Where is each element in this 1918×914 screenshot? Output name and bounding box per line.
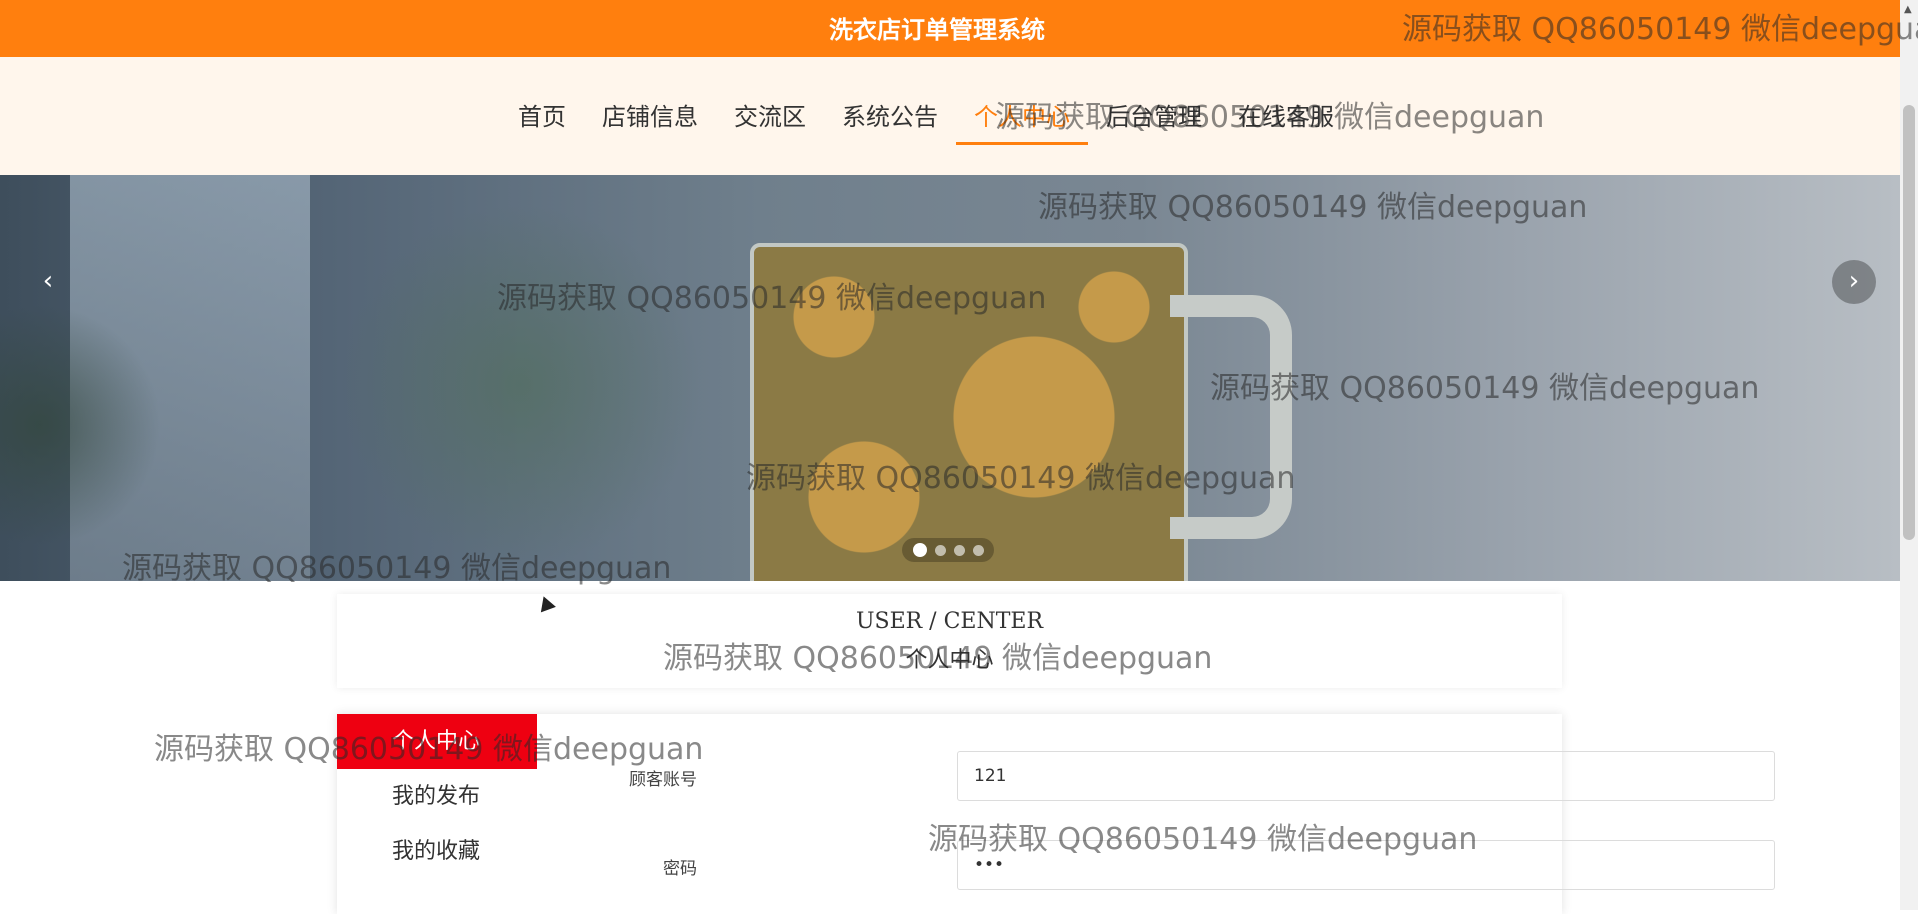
- top-header: 洗衣店订单管理系统: [0, 0, 1900, 57]
- nav-item-forum[interactable]: 交流区: [716, 103, 824, 147]
- main-nav: 首页 店铺信息 交流区 系统公告 个人中心 后台管理 在线客服: [0, 57, 1900, 175]
- carousel-dot-2[interactable]: [934, 544, 946, 556]
- chevron-right-icon: ›: [1848, 266, 1860, 296]
- sidebar-menu: 个人中心 我的发布 我的收藏: [337, 714, 537, 879]
- nav-item-admin[interactable]: 后台管理: [1088, 103, 1220, 147]
- nav-item-customer-service[interactable]: 在线客服: [1220, 103, 1352, 147]
- nav-item-home[interactable]: 首页: [500, 103, 584, 147]
- account-label: 顾客账号: [629, 770, 697, 790]
- nav-item-announcements[interactable]: 系统公告: [824, 103, 956, 147]
- sidebar-item-user-center[interactable]: 个人中心: [337, 714, 537, 769]
- scroll-up-icon[interactable]: ▲: [1904, 4, 1912, 15]
- banner-carousel[interactable]: ‹ ›: [0, 175, 1900, 581]
- banner-image-mug-handle: [1170, 295, 1292, 539]
- password-input[interactable]: •••: [957, 840, 1775, 890]
- account-input[interactable]: 121: [957, 751, 1775, 801]
- user-center-panel: 个人中心 我的发布 我的收藏 顾客账号 121 密码 •••: [337, 714, 1775, 914]
- site-title: 洗衣店订单管理系统: [829, 16, 1045, 44]
- sidebar-item-my-posts[interactable]: 我的发布: [337, 769, 537, 824]
- carousel-indicators: [902, 538, 994, 562]
- nav-item-user-center[interactable]: 个人中心: [956, 103, 1088, 147]
- sidebar-item-my-favorites[interactable]: 我的收藏: [337, 824, 537, 879]
- section-title-cn: 个人中心: [905, 648, 994, 673]
- carousel-prev-button[interactable]: ‹: [26, 260, 70, 304]
- banner-image-mug: [750, 243, 1188, 581]
- page-scrollbar[interactable]: ▲: [1900, 0, 1918, 910]
- carousel-dot-4[interactable]: [972, 544, 984, 556]
- carousel-dot-3[interactable]: [953, 544, 965, 556]
- account-field: 顾客账号 121: [587, 751, 1775, 801]
- carousel-dot-1[interactable]: [912, 543, 927, 557]
- password-label: 密码: [663, 859, 697, 879]
- section-header: USER / CENTER 个人中心: [337, 594, 1562, 688]
- password-field: 密码 •••: [587, 840, 1775, 890]
- carousel-next-button[interactable]: ›: [1832, 260, 1876, 304]
- section-title-en: USER / CENTER: [855, 609, 1044, 634]
- nav-item-shop-info[interactable]: 店铺信息: [584, 103, 716, 147]
- chevron-left-icon: ‹: [42, 266, 54, 296]
- scrollbar-thumb[interactable]: [1903, 105, 1915, 540]
